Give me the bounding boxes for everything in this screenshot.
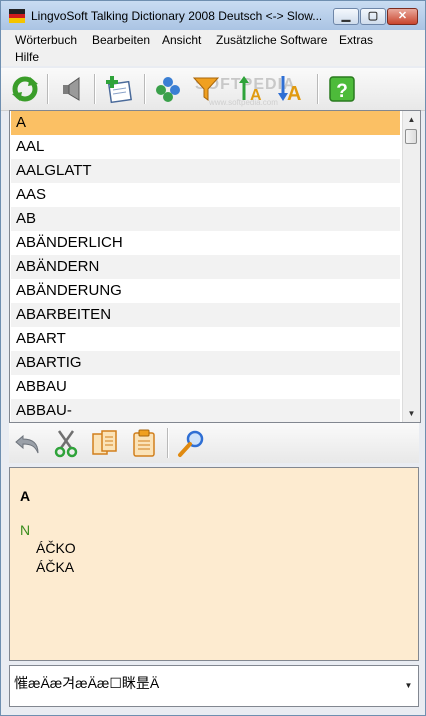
minimize-icon: ▁ [341,10,351,22]
cut-icon[interactable] [51,428,81,458]
word-list-item[interactable]: AB [11,207,400,231]
entry-headword: A [20,488,31,504]
word-list-item[interactable]: AALGLATT [11,159,400,183]
search-combo-value[interactable]: 慛æÄæ겨æÄæ☐眯昰Ä [14,673,159,693]
main-window: LingvoSoft Talking Dictionary 2008 Deuts… [0,0,426,716]
paste-icon[interactable] [129,428,159,458]
word-list-item[interactable]: ABÄNDERN [11,255,400,279]
word-list-item[interactable]: A [11,111,400,135]
entry-detail-pane: A N ÁČKO ÁČKA [9,467,419,661]
scroll-down-icon[interactable]: ▼ [403,405,420,422]
search-combo[interactable]: 慛æÄæ겨æÄæ☐眯昰Ä ▼ [9,665,419,707]
toolbar-separator [317,74,319,104]
add-entry-icon[interactable] [104,74,134,104]
entry-translation: ÁČKA [36,559,75,575]
scroll-thumb[interactable] [405,129,417,144]
menu-item-hilfe[interactable]: Hilfe [15,49,39,65]
word-list-scrollbar[interactable]: ▲ ▼ [402,111,420,422]
word-list-item[interactable]: ABBAU- [11,399,400,422]
menu-item-extras[interactable]: Extras [339,32,373,48]
sort-ascending-icon[interactable]: A [236,74,266,104]
word-list-item[interactable]: ABARTIG [11,351,400,375]
menu-item-zusaetzliche-software[interactable]: Zusätzliche Software [216,32,327,48]
refresh-icon[interactable] [10,74,40,104]
main-toolbar: SOFTPEDIA www.softpedia.com [1,68,425,111]
svg-text:?: ? [336,81,348,102]
toolbar-separator [47,74,49,104]
scroll-up-icon[interactable]: ▲ [403,111,420,128]
menu-item-ansicht[interactable]: Ansicht [162,32,201,48]
entry-part-of-speech: N [20,522,31,538]
word-list-item[interactable]: ABART [11,327,400,351]
toolbar-separator [144,74,146,104]
word-list-item[interactable]: AAL [11,135,400,159]
word-list-item[interactable]: ABÄNDERLICH [11,231,400,255]
title-bar[interactable]: LingvoSoft Talking Dictionary 2008 Deuts… [1,1,425,31]
entry-translation: ÁČKO [36,540,76,556]
app-flag-icon [9,9,25,23]
minimize-button[interactable]: ▁ [333,8,359,25]
word-list-item[interactable]: AAS [11,183,400,207]
word-list-item[interactable]: ABÄNDERUNG [11,279,400,303]
svg-text:A: A [287,83,301,104]
speaker-icon[interactable] [57,74,87,104]
word-list[interactable]: A AAL AALGLATT AAS AB ABÄNDERLICH ABÄNDE… [9,110,421,423]
window-title: LingvoSoft Talking Dictionary 2008 Deuts… [31,9,321,23]
maximize-button[interactable]: ▢ [360,8,386,25]
svg-text:A: A [250,87,262,104]
copy-icon[interactable] [90,428,120,458]
filter-icon[interactable] [191,74,221,104]
edit-toolbar [9,423,419,463]
close-button[interactable]: ✕ [387,8,418,25]
flashcards-icon[interactable] [153,74,183,104]
toolbar-separator [167,428,169,458]
search-icon[interactable] [176,428,206,458]
menu-item-woerterbuch[interactable]: Wörterbuch [15,32,77,48]
maximize-icon: ▢ [367,10,379,22]
menu-bar: Wörterbuch Bearbeiten Ansicht Zusätzlich… [1,30,425,66]
chevron-down-icon[interactable]: ▼ [401,668,416,704]
word-list-item[interactable]: ABBAU [11,375,400,399]
word-list-item[interactable]: ABARBEITEN [11,303,400,327]
toolbar-separator [94,74,96,104]
menu-item-bearbeiten[interactable]: Bearbeiten [92,32,150,48]
undo-icon[interactable] [13,428,43,458]
close-icon: ✕ [397,10,408,22]
sort-descending-icon[interactable]: A [275,74,305,104]
help-icon[interactable]: ? [327,74,357,104]
